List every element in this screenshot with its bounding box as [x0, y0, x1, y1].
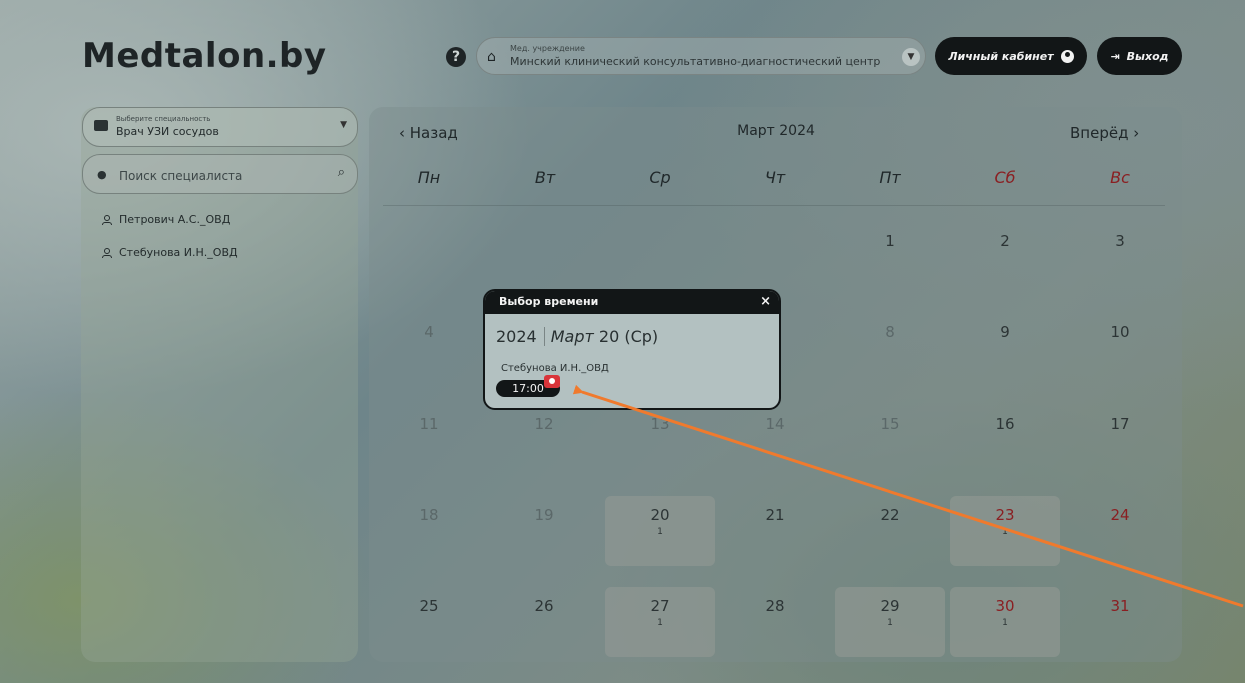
annotation-arrow	[572, 384, 1244, 608]
